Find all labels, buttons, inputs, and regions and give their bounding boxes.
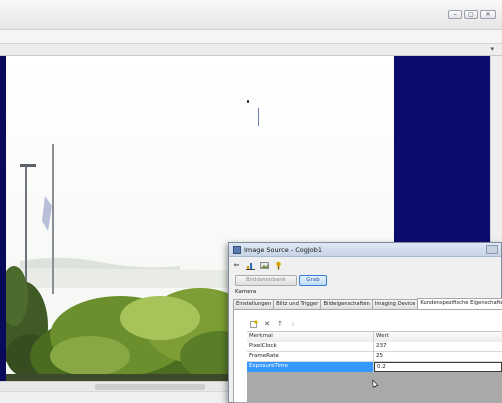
new-row-icon[interactable] <box>250 320 258 328</box>
image-icon[interactable] <box>260 261 269 270</box>
delete-icon[interactable]: ✕ <box>263 320 271 328</box>
tab-image-properties[interactable]: Bildeigenschaften <box>320 299 373 309</box>
properties-grid: Merkmal Wert PixelClock 237 FrameRate 25… <box>247 331 502 372</box>
camera-group-label: Kamera <box>235 289 257 295</box>
dialog-title: Image Source - CogJob1 <box>244 246 323 254</box>
grid-header-row: Merkmal Wert <box>247 332 502 342</box>
grid-empty-area <box>247 372 502 403</box>
scrollbar-thumb[interactable] <box>95 384 205 390</box>
question-icon[interactable] <box>274 261 283 270</box>
property-name[interactable]: FrameRate <box>247 352 374 362</box>
image-database-button[interactable]: Bilddatenbank <box>235 275 297 286</box>
horizontal-scrollbar[interactable] <box>0 381 230 391</box>
tab-strip: Einstellungen Blitz und Trigger Bildeige… <box>233 298 502 309</box>
main-title-bar: ‒ ▢ ✕ <box>0 0 502 30</box>
grab-button[interactable]: Grab <box>299 275 327 286</box>
menu-strip <box>0 30 502 44</box>
chevron-down-icon[interactable]: ▾ <box>490 45 494 53</box>
move-up-icon[interactable]: 🡑 <box>276 320 284 328</box>
grid-toolbar: ✕ 🡑 🡓 <box>250 320 297 328</box>
tab-imaging-device[interactable]: Imaging Device <box>371 299 419 309</box>
table-row[interactable]: PixelClock 237 <box>247 342 502 352</box>
dialog-title-bar[interactable]: Image Source - CogJob1 <box>229 243 501 257</box>
tab-flash-trigger[interactable]: Blitz und Trigger <box>273 299 322 309</box>
property-value[interactable]: 237 <box>374 342 502 352</box>
image-left-edge <box>0 56 6 381</box>
dialog-close-button[interactable] <box>486 245 498 254</box>
move-down-icon[interactable]: 🡓 <box>289 320 297 328</box>
tab-custom-properties[interactable]: Kundenspezifische Eigenschaften <box>417 298 502 309</box>
table-row-selected[interactable]: ExposureTime 0.2 <box>247 362 502 372</box>
tab-settings[interactable]: Einstellungen <box>233 299 275 309</box>
property-value[interactable]: 25 <box>374 352 502 362</box>
property-name[interactable]: ExposureTime <box>247 362 374 372</box>
property-value-editor[interactable]: 0.2 <box>374 362 502 372</box>
dialog-toolbar: ⇐ <box>232 259 283 271</box>
tool-strip: ▾ <box>0 44 502 56</box>
close-button[interactable]: ✕ <box>480 10 496 19</box>
column-header-value[interactable]: Wert <box>374 332 502 342</box>
window-controls: ‒ ▢ ✕ <box>448 10 496 19</box>
camera-icon <box>233 246 241 254</box>
property-name[interactable]: PixelClock <box>247 342 374 352</box>
table-row[interactable]: FrameRate 25 <box>247 352 502 362</box>
back-arrow-icon[interactable]: ⇐ <box>232 261 241 270</box>
minimize-button[interactable]: ‒ <box>448 10 462 19</box>
bar-chart-icon[interactable] <box>246 261 255 270</box>
maximize-button[interactable]: ▢ <box>464 10 478 19</box>
column-header-name[interactable]: Merkmal <box>247 332 374 342</box>
image-background-panel <box>394 56 490 246</box>
